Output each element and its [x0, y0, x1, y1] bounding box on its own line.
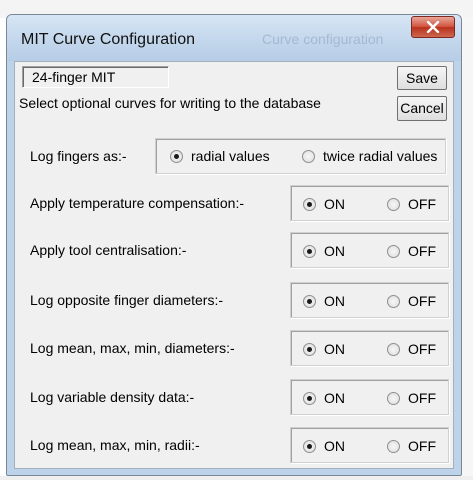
mean-max-min-radii-off-radio[interactable]: OFF — [387, 438, 436, 454]
radial-values-radio[interactable]: radial values — [170, 148, 270, 164]
mean-max-min-radii-group: ON OFF — [290, 427, 449, 463]
radio-unselected-icon — [387, 197, 400, 211]
background-window-right — [462, 18, 473, 480]
radio-selected-icon — [303, 342, 316, 356]
close-icon — [426, 21, 440, 33]
radio-unselected-icon — [302, 149, 315, 163]
temperature-compensation-label: Apply temperature compensation:- — [30, 195, 244, 211]
variable-density-data-label: Log variable density data:- — [30, 389, 195, 405]
save-button[interactable]: Save — [397, 66, 447, 90]
background-window-title: Curve configuration — [262, 31, 384, 47]
variable-density-data-on-radio[interactable]: ON — [303, 390, 345, 406]
twice-radial-values-radio[interactable]: twice radial values — [302, 148, 437, 164]
mean-max-min-radii-on-radio[interactable]: ON — [303, 438, 345, 454]
opposite-finger-diameters-group: ON OFF — [290, 282, 449, 318]
tool-centralisation-group: ON OFF — [290, 232, 449, 268]
radio-unselected-icon — [387, 244, 400, 258]
radio-selected-icon — [170, 149, 183, 163]
mean-max-min-radii-label: Log mean, max, min, radii:- — [30, 437, 200, 453]
cancel-button[interactable]: Cancel — [397, 96, 447, 121]
mean-max-min-diameters-group: ON OFF — [290, 330, 449, 366]
tool-name-field: 24-finger MIT — [22, 66, 169, 88]
radio-selected-icon — [303, 294, 316, 308]
temperature-compensation-on-radio[interactable]: ON — [303, 196, 345, 212]
title-bar[interactable]: MIT Curve Configuration Curve configurat… — [7, 15, 461, 61]
radio-unselected-icon — [387, 439, 400, 453]
log-fingers-group: radial values twice radial values — [155, 138, 446, 174]
instruction-text: Select optional curves for writing to th… — [19, 95, 321, 111]
mit-curve-configuration-dialog: MIT Curve Configuration Curve configurat… — [6, 14, 462, 476]
variable-density-data-off-radio[interactable]: OFF — [387, 390, 436, 406]
log-fingers-label: Log fingers as:- — [30, 148, 127, 164]
radio-selected-icon — [303, 197, 316, 211]
close-button[interactable] — [411, 16, 455, 38]
radio-selected-icon — [303, 439, 316, 453]
variable-density-data-group: ON OFF — [290, 379, 449, 415]
mean-max-min-diameters-off-radio[interactable]: OFF — [387, 341, 436, 357]
tool-name-text: 24-finger MIT — [32, 69, 116, 85]
radio-unselected-icon — [387, 391, 400, 405]
radio-selected-icon — [303, 391, 316, 405]
temperature-compensation-group: ON OFF — [290, 185, 449, 221]
temperature-compensation-off-radio[interactable]: OFF — [387, 196, 436, 212]
opposite-finger-diameters-label: Log opposite finger diameters:- — [30, 292, 223, 308]
opposite-finger-diameters-off-radio[interactable]: OFF — [387, 293, 436, 309]
radio-unselected-icon — [387, 342, 400, 356]
tool-centralisation-on-radio[interactable]: ON — [303, 243, 345, 259]
opposite-finger-diameters-on-radio[interactable]: ON — [303, 293, 345, 309]
tool-centralisation-off-radio[interactable]: OFF — [387, 243, 436, 259]
radio-selected-icon — [303, 244, 316, 258]
mean-max-min-diameters-label: Log mean, max, min, diameters:- — [30, 340, 235, 356]
background-window-bottom — [0, 476, 473, 480]
mean-max-min-diameters-on-radio[interactable]: ON — [303, 341, 345, 357]
dialog-body: 24-finger MIT Save Cancel Select optiona… — [14, 61, 454, 469]
window-title: MIT Curve Configuration — [21, 31, 195, 48]
tool-centralisation-label: Apply tool centralisation:- — [30, 242, 187, 258]
radio-unselected-icon — [387, 294, 400, 308]
